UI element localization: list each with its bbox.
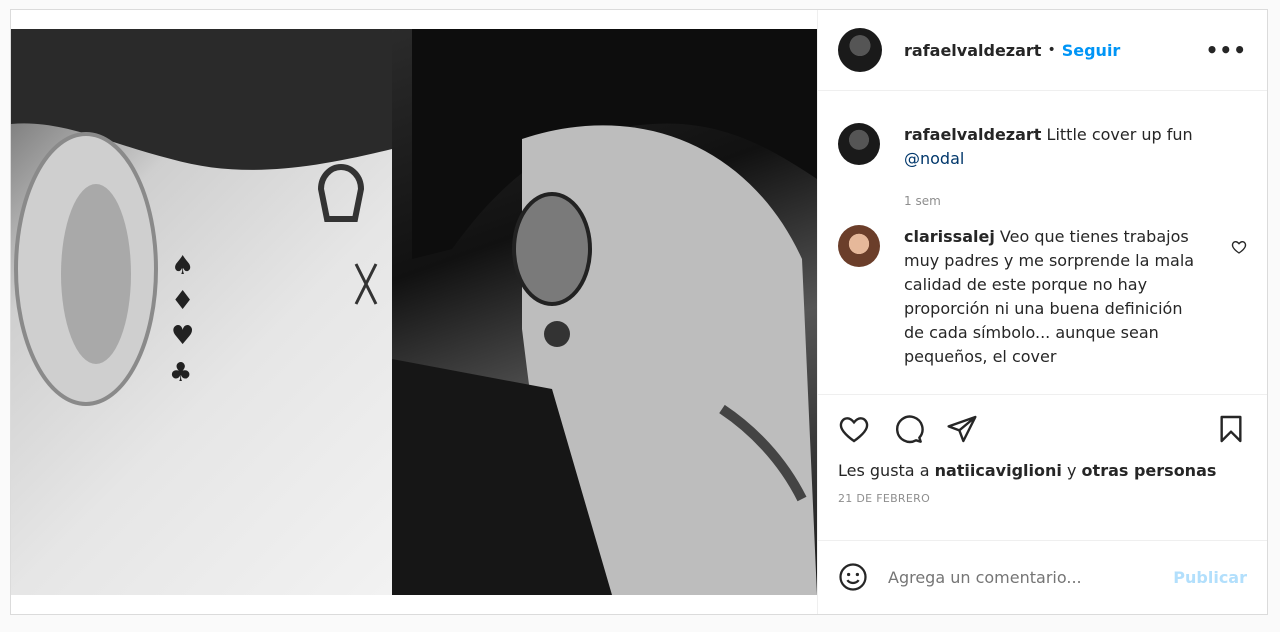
comments-section[interactable]: rafaelvaldezart Little cover up fun @nod…	[818, 91, 1267, 394]
comment-body: clarissalej Veo que tienes trabajos muy …	[904, 225, 1204, 369]
comment-input[interactable]	[888, 567, 1174, 587]
more-icon[interactable]: •••	[1206, 38, 1247, 62]
comment-avatar[interactable]	[838, 225, 880, 268]
post-header: rafaelvaldezart • Seguir •••	[818, 10, 1267, 92]
post-date[interactable]: 21 DE FEBRERO	[838, 492, 1247, 505]
emoji-icon[interactable]	[838, 562, 868, 592]
svg-text:♦: ♦	[171, 286, 194, 316]
share-icon[interactable]	[946, 413, 978, 445]
caption-username[interactable]: rafaelvaldezart	[904, 125, 1041, 144]
likes-conj: y	[1066, 461, 1077, 481]
caption-time[interactable]: 1 sem	[904, 189, 1204, 213]
svg-text:♣: ♣	[169, 358, 192, 388]
instagram-post: ♠ ♦ ♥ ♣ rafaelvaldezart • Seguir ••• raf…	[10, 9, 1268, 615]
photo-profile-art	[392, 29, 817, 595]
comment-icon[interactable]	[892, 413, 924, 445]
author-avatar[interactable]	[838, 28, 882, 73]
comment-username[interactable]: clarissalej	[904, 227, 995, 246]
comment-text: Veo que tienes trabajos muy padres y me …	[904, 227, 1195, 367]
likes-summary: Les gusta a natiicaviglioni y otras pers…	[838, 461, 1247, 480]
likes-others[interactable]: otras personas	[1082, 461, 1217, 480]
post-sidebar: rafaelvaldezart • Seguir ••• rafaelvalde…	[817, 10, 1267, 614]
caption-avatar[interactable]	[838, 123, 880, 166]
likes-prefix: Les gusta a	[838, 461, 930, 481]
post-media[interactable]: ♠ ♦ ♥ ♣	[11, 10, 817, 614]
follow-button[interactable]: Seguir	[1062, 41, 1121, 60]
photo-profile	[392, 29, 817, 595]
svg-text:♠: ♠	[171, 251, 194, 281]
caption: rafaelvaldezart Little cover up fun @nod…	[838, 123, 1247, 213]
likes-user[interactable]: natiicaviglioni	[935, 461, 1062, 480]
add-comment-bar: Publicar	[818, 541, 1267, 614]
photo-tattoo-closeup-art: ♠ ♦ ♥ ♣	[11, 29, 392, 406]
action-row	[838, 413, 1247, 445]
heart-small-icon[interactable]	[1231, 239, 1247, 255]
heart-icon[interactable]	[838, 413, 870, 445]
caption-text: Little cover up fun	[1046, 125, 1193, 145]
caption-body: rafaelvaldezart Little cover up fun @nod…	[904, 123, 1204, 213]
caption-mention[interactable]: @nodal	[904, 147, 1204, 171]
post-actions: Les gusta a natiicaviglioni y otras pers…	[818, 394, 1267, 541]
publish-button[interactable]: Publicar	[1173, 568, 1247, 587]
separator-dot: •	[1047, 42, 1056, 59]
photo-tattoo-closeup: ♠ ♦ ♥ ♣	[11, 29, 392, 595]
author-username[interactable]: rafaelvaldezart	[904, 41, 1041, 60]
svg-text:♥: ♥	[171, 321, 194, 351]
bookmark-icon[interactable]	[1215, 413, 1247, 445]
comment-item: clarissalej Veo que tienes trabajos muy …	[838, 225, 1247, 369]
